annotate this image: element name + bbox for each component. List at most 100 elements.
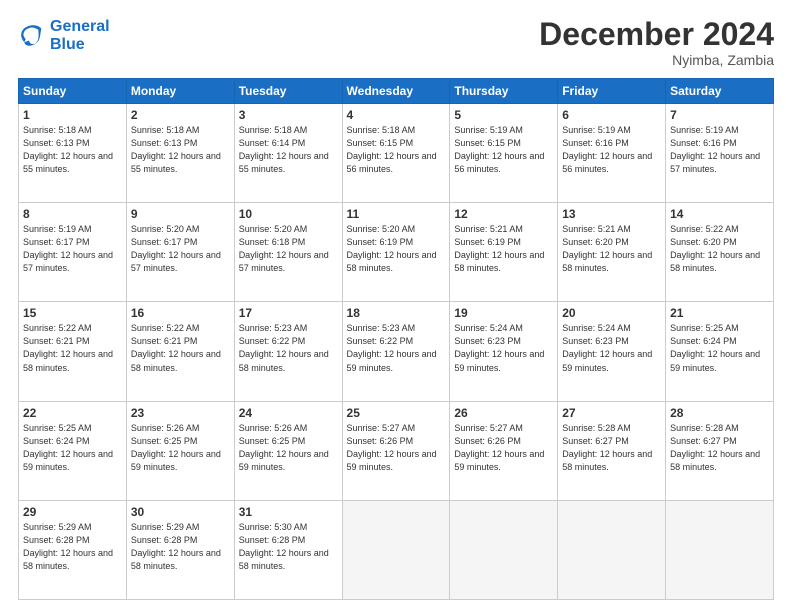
calendar-cell: 13 Sunrise: 5:21 AM Sunset: 6:20 PM Dayl…: [558, 203, 666, 302]
day-info: Sunrise: 5:23 AM Sunset: 6:22 PM Dayligh…: [347, 322, 446, 374]
header-tuesday: Tuesday: [234, 79, 342, 104]
day-info: Sunrise: 5:22 AM Sunset: 6:21 PM Dayligh…: [23, 322, 122, 374]
day-number: 4: [347, 108, 446, 122]
day-number: 11: [347, 207, 446, 221]
calendar-cell: 2 Sunrise: 5:18 AM Sunset: 6:13 PM Dayli…: [126, 104, 234, 203]
calendar-cell: 8 Sunrise: 5:19 AM Sunset: 6:17 PM Dayli…: [19, 203, 127, 302]
calendar-table: Sunday Monday Tuesday Wednesday Thursday…: [18, 78, 774, 600]
day-number: 27: [562, 406, 661, 420]
day-info: Sunrise: 5:27 AM Sunset: 6:26 PM Dayligh…: [454, 422, 553, 474]
day-number: 3: [239, 108, 338, 122]
day-info: Sunrise: 5:21 AM Sunset: 6:20 PM Dayligh…: [562, 223, 661, 275]
day-info: Sunrise: 5:18 AM Sunset: 6:13 PM Dayligh…: [131, 124, 230, 176]
day-info: Sunrise: 5:30 AM Sunset: 6:28 PM Dayligh…: [239, 521, 338, 573]
day-number: 25: [347, 406, 446, 420]
day-info: Sunrise: 5:18 AM Sunset: 6:14 PM Dayligh…: [239, 124, 338, 176]
day-number: 17: [239, 306, 338, 320]
day-number: 12: [454, 207, 553, 221]
header-thursday: Thursday: [450, 79, 558, 104]
day-number: 6: [562, 108, 661, 122]
calendar-cell: 18 Sunrise: 5:23 AM Sunset: 6:22 PM Dayl…: [342, 302, 450, 401]
title-block: December 2024 Nyimba, Zambia: [539, 18, 774, 68]
calendar-week-2: 8 Sunrise: 5:19 AM Sunset: 6:17 PM Dayli…: [19, 203, 774, 302]
location: Nyimba, Zambia: [539, 52, 774, 68]
calendar-week-1: 1 Sunrise: 5:18 AM Sunset: 6:13 PM Dayli…: [19, 104, 774, 203]
header-wednesday: Wednesday: [342, 79, 450, 104]
page: General Blue December 2024 Nyimba, Zambi…: [0, 0, 792, 612]
header-sunday: Sunday: [19, 79, 127, 104]
calendar-cell: 15 Sunrise: 5:22 AM Sunset: 6:21 PM Dayl…: [19, 302, 127, 401]
day-info: Sunrise: 5:26 AM Sunset: 6:25 PM Dayligh…: [239, 422, 338, 474]
day-info: Sunrise: 5:18 AM Sunset: 6:15 PM Dayligh…: [347, 124, 446, 176]
day-info: Sunrise: 5:25 AM Sunset: 6:24 PM Dayligh…: [23, 422, 122, 474]
calendar-cell: 28 Sunrise: 5:28 AM Sunset: 6:27 PM Dayl…: [666, 401, 774, 500]
calendar-cell: 12 Sunrise: 5:21 AM Sunset: 6:19 PM Dayl…: [450, 203, 558, 302]
day-info: Sunrise: 5:22 AM Sunset: 6:21 PM Dayligh…: [131, 322, 230, 374]
day-info: Sunrise: 5:19 AM Sunset: 6:17 PM Dayligh…: [23, 223, 122, 275]
calendar-cell: 27 Sunrise: 5:28 AM Sunset: 6:27 PM Dayl…: [558, 401, 666, 500]
calendar-cell: 17 Sunrise: 5:23 AM Sunset: 6:22 PM Dayl…: [234, 302, 342, 401]
day-info: Sunrise: 5:18 AM Sunset: 6:13 PM Dayligh…: [23, 124, 122, 176]
day-number: 13: [562, 207, 661, 221]
month-title: December 2024: [539, 18, 774, 50]
calendar-cell: [558, 500, 666, 599]
calendar-cell: 10 Sunrise: 5:20 AM Sunset: 6:18 PM Dayl…: [234, 203, 342, 302]
day-number: 28: [670, 406, 769, 420]
day-number: 8: [23, 207, 122, 221]
calendar-cell: [342, 500, 450, 599]
day-number: 7: [670, 108, 769, 122]
day-info: Sunrise: 5:19 AM Sunset: 6:15 PM Dayligh…: [454, 124, 553, 176]
header-saturday: Saturday: [666, 79, 774, 104]
day-info: Sunrise: 5:24 AM Sunset: 6:23 PM Dayligh…: [454, 322, 553, 374]
day-info: Sunrise: 5:20 AM Sunset: 6:17 PM Dayligh…: [131, 223, 230, 275]
day-number: 23: [131, 406, 230, 420]
day-number: 29: [23, 505, 122, 519]
calendar-cell: 6 Sunrise: 5:19 AM Sunset: 6:16 PM Dayli…: [558, 104, 666, 203]
day-number: 21: [670, 306, 769, 320]
day-number: 14: [670, 207, 769, 221]
calendar-cell: 16 Sunrise: 5:22 AM Sunset: 6:21 PM Dayl…: [126, 302, 234, 401]
day-info: Sunrise: 5:20 AM Sunset: 6:19 PM Dayligh…: [347, 223, 446, 275]
day-number: 15: [23, 306, 122, 320]
calendar-cell: 23 Sunrise: 5:26 AM Sunset: 6:25 PM Dayl…: [126, 401, 234, 500]
day-number: 19: [454, 306, 553, 320]
day-number: 16: [131, 306, 230, 320]
day-info: Sunrise: 5:28 AM Sunset: 6:27 PM Dayligh…: [670, 422, 769, 474]
logo-icon: [18, 22, 46, 50]
day-number: 1: [23, 108, 122, 122]
calendar-cell: 4 Sunrise: 5:18 AM Sunset: 6:15 PM Dayli…: [342, 104, 450, 203]
calendar-cell: 14 Sunrise: 5:22 AM Sunset: 6:20 PM Dayl…: [666, 203, 774, 302]
day-info: Sunrise: 5:21 AM Sunset: 6:19 PM Dayligh…: [454, 223, 553, 275]
calendar-cell: 3 Sunrise: 5:18 AM Sunset: 6:14 PM Dayli…: [234, 104, 342, 203]
day-info: Sunrise: 5:19 AM Sunset: 6:16 PM Dayligh…: [562, 124, 661, 176]
day-number: 26: [454, 406, 553, 420]
day-info: Sunrise: 5:20 AM Sunset: 6:18 PM Dayligh…: [239, 223, 338, 275]
day-number: 10: [239, 207, 338, 221]
calendar-cell: 9 Sunrise: 5:20 AM Sunset: 6:17 PM Dayli…: [126, 203, 234, 302]
day-info: Sunrise: 5:26 AM Sunset: 6:25 PM Dayligh…: [131, 422, 230, 474]
calendar-cell: 30 Sunrise: 5:29 AM Sunset: 6:28 PM Dayl…: [126, 500, 234, 599]
day-number: 18: [347, 306, 446, 320]
header-friday: Friday: [558, 79, 666, 104]
header-monday: Monday: [126, 79, 234, 104]
day-info: Sunrise: 5:28 AM Sunset: 6:27 PM Dayligh…: [562, 422, 661, 474]
calendar-cell: 22 Sunrise: 5:25 AM Sunset: 6:24 PM Dayl…: [19, 401, 127, 500]
day-info: Sunrise: 5:22 AM Sunset: 6:20 PM Dayligh…: [670, 223, 769, 275]
calendar-cell: 26 Sunrise: 5:27 AM Sunset: 6:26 PM Dayl…: [450, 401, 558, 500]
day-number: 30: [131, 505, 230, 519]
calendar-cell: 25 Sunrise: 5:27 AM Sunset: 6:26 PM Dayl…: [342, 401, 450, 500]
calendar-cell: 7 Sunrise: 5:19 AM Sunset: 6:16 PM Dayli…: [666, 104, 774, 203]
calendar-cell: [666, 500, 774, 599]
calendar-cell: 11 Sunrise: 5:20 AM Sunset: 6:19 PM Dayl…: [342, 203, 450, 302]
day-number: 24: [239, 406, 338, 420]
day-number: 31: [239, 505, 338, 519]
calendar-cell: 24 Sunrise: 5:26 AM Sunset: 6:25 PM Dayl…: [234, 401, 342, 500]
day-info: Sunrise: 5:24 AM Sunset: 6:23 PM Dayligh…: [562, 322, 661, 374]
day-number: 22: [23, 406, 122, 420]
calendar-cell: 19 Sunrise: 5:24 AM Sunset: 6:23 PM Dayl…: [450, 302, 558, 401]
calendar-cell: 31 Sunrise: 5:30 AM Sunset: 6:28 PM Dayl…: [234, 500, 342, 599]
calendar-week-3: 15 Sunrise: 5:22 AM Sunset: 6:21 PM Dayl…: [19, 302, 774, 401]
day-number: 5: [454, 108, 553, 122]
calendar-cell: [450, 500, 558, 599]
calendar-week-5: 29 Sunrise: 5:29 AM Sunset: 6:28 PM Dayl…: [19, 500, 774, 599]
